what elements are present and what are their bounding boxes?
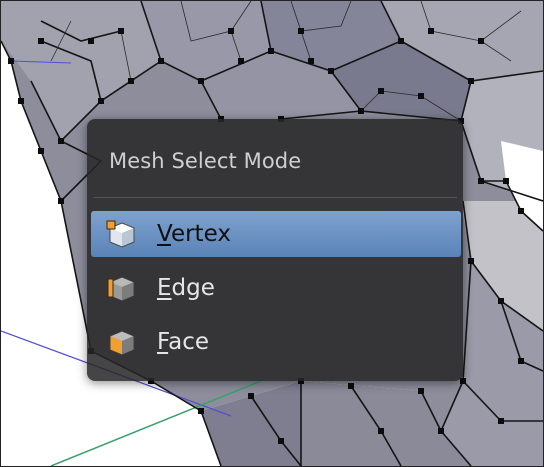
menu-item-label: Vertex (157, 221, 231, 247)
mesh-select-mode-menu: Mesh Select Mode Vertex Edge Face (87, 119, 463, 381)
menu-title: Mesh Select Mode (109, 149, 302, 173)
menu-item-label: Face (157, 329, 210, 355)
menu-item-face[interactable]: Face (91, 319, 461, 365)
menu-item-edge[interactable]: Edge (91, 265, 461, 311)
app-window: Mesh Select Mode Vertex Edge Face (0, 0, 544, 467)
vertex-select-icon (106, 220, 135, 248)
menu-item-label: Edge (157, 275, 215, 301)
menu-divider (93, 197, 457, 198)
face-select-icon (109, 330, 135, 356)
menu-item-vertex[interactable]: Vertex (91, 211, 461, 257)
edge-select-icon (107, 276, 135, 302)
